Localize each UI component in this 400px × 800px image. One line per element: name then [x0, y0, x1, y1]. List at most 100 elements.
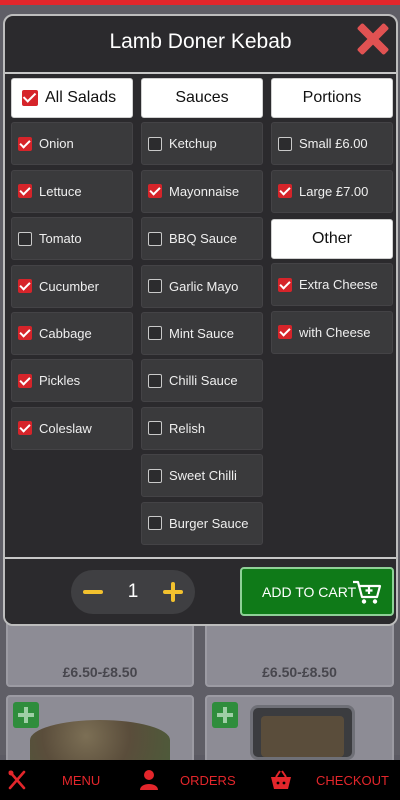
add-icon[interactable] — [212, 702, 238, 728]
option-label: Ketchup — [169, 136, 217, 152]
nav-orders[interactable]: ORDERS — [138, 760, 236, 800]
utensils-icon — [8, 770, 26, 790]
checkbox-checked-icon[interactable] — [18, 373, 32, 388]
checkbox-empty-icon[interactable] — [278, 136, 292, 151]
divider — [5, 72, 396, 74]
checkbox-checked-icon[interactable] — [18, 421, 32, 436]
nav-label: CHECKOUT — [316, 772, 389, 788]
option-portions-item[interactable]: Small £6.00 — [271, 122, 393, 166]
nav-menu[interactable] — [6, 760, 38, 800]
all-salads-toggle[interactable]: All Salads — [11, 78, 133, 118]
option-label: Cucumber — [39, 278, 99, 294]
option-salads-item[interactable]: Coleslaw — [11, 406, 133, 450]
menu-card-price: £6.50-£8.50 — [262, 664, 337, 680]
nav-checkout[interactable]: CHECKOUT — [270, 760, 389, 800]
checkbox-checked-icon[interactable] — [18, 136, 32, 151]
option-label: Burger Sauce — [169, 515, 249, 531]
food-image — [30, 720, 170, 760]
option-label: Small £6.00 — [299, 136, 368, 152]
checkbox-icon[interactable] — [22, 90, 38, 106]
add-to-cart-button[interactable]: ADD TO CART — [240, 567, 394, 616]
option-sauces-item[interactable]: Mayonnaise — [141, 169, 263, 213]
option-salads-item[interactable]: Pickles — [11, 359, 133, 403]
option-sauces-item[interactable]: Relish — [141, 406, 263, 450]
option-salads-item[interactable]: Onion — [11, 122, 133, 166]
option-other-item[interactable]: with Cheese — [271, 310, 393, 354]
sauces-column: Sauces Ketchup Mayonnaise BBQ Sauce Garlic … — [141, 78, 263, 545]
option-label: Sweet Chilli — [169, 468, 237, 484]
option-label: BBQ Sauce — [169, 231, 237, 247]
column-header-label: Portions — [302, 89, 362, 106]
checkbox-checked-icon[interactable] — [148, 184, 162, 199]
add-icon[interactable] — [13, 702, 39, 728]
checkbox-checked-icon[interactable] — [18, 184, 32, 199]
modal-footer: 1 ADD TO CART — [5, 559, 396, 624]
nav-label: MENU — [62, 772, 101, 788]
user-icon — [140, 770, 158, 790]
menu-card-price: £6.50-£8.50 — [62, 664, 138, 680]
option-sauces-item[interactable]: Sweet Chilli — [141, 454, 263, 498]
nav-menu-label[interactable]: MENU — [62, 760, 100, 800]
option-salads-item[interactable]: Tomato — [11, 217, 133, 261]
checkbox-checked-icon[interactable] — [278, 184, 292, 199]
checkbox-empty-icon[interactable] — [18, 231, 32, 246]
salads-column: All Salads Onion Lettuce Tomato Cucumber Cab… — [11, 78, 133, 450]
option-label: Coleslaw — [39, 420, 92, 436]
option-sauces-item[interactable]: Burger Sauce — [141, 501, 263, 545]
option-sauces-item[interactable]: Chilli Sauce — [141, 359, 263, 403]
checkbox-empty-icon[interactable] — [148, 468, 162, 483]
option-salads-item[interactable]: Lettuce — [11, 169, 133, 213]
menu-card[interactable]: £6.50-£8.50 — [205, 620, 394, 687]
option-other-item[interactable]: Extra Cheese — [271, 263, 393, 307]
checkbox-empty-icon[interactable] — [148, 516, 162, 531]
checkbox-checked-icon[interactable] — [278, 277, 292, 292]
portions-column: Portions Small £6.00 Large £7.00 Other Ex… — [271, 78, 393, 354]
basket-icon — [271, 770, 291, 789]
option-sauces-item[interactable]: Garlic Mayo — [141, 264, 263, 308]
column-header-label: Sauces — [175, 89, 229, 106]
checkbox-empty-icon[interactable] — [148, 326, 162, 341]
nav-label: ORDERS — [180, 772, 236, 788]
option-label: Mayonnaise — [169, 183, 240, 199]
add-to-cart-label: ADD TO CART — [262, 583, 357, 600]
checkbox-empty-icon[interactable] — [148, 421, 162, 436]
option-label: Pickles — [39, 373, 81, 389]
food-image — [250, 705, 355, 760]
option-label: Chilli Sauce — [169, 373, 238, 389]
plus-icon[interactable] — [161, 580, 185, 604]
option-sauces-item[interactable]: Mint Sauce — [141, 311, 263, 355]
checkbox-empty-icon[interactable] — [148, 231, 162, 246]
cart-add-icon — [353, 580, 382, 604]
quantity-stepper: 1 — [71, 570, 195, 614]
bottom-navigation: MENU ORDERS CHECKOUT — [0, 760, 400, 800]
item-options-modal: Lamb Doner Kebab All Salads Onion Lettuce… — [3, 14, 398, 626]
column-header-label: All Salads — [45, 89, 117, 106]
checkbox-empty-icon[interactable] — [148, 373, 162, 388]
checkbox-empty-icon[interactable] — [148, 136, 162, 151]
checkbox-empty-icon[interactable] — [148, 279, 162, 294]
checkbox-checked-icon[interactable] — [278, 325, 292, 340]
option-label: Extra Cheese — [299, 277, 378, 293]
option-label: Mint Sauce — [169, 325, 235, 341]
option-label: Large £7.00 — [299, 183, 369, 199]
option-label: with Cheese — [299, 324, 371, 340]
checkbox-checked-icon[interactable] — [18, 279, 32, 294]
column-header: Sauces — [141, 78, 263, 118]
option-label: Relish — [169, 420, 206, 436]
option-label: Onion — [39, 136, 74, 152]
option-sauces-item[interactable]: Ketchup — [141, 122, 263, 166]
option-portions-item[interactable]: Large £7.00 — [271, 169, 393, 213]
option-label: Garlic Mayo — [169, 278, 239, 294]
checkbox-checked-icon[interactable] — [18, 326, 32, 341]
column-header-label: Other — [311, 229, 352, 247]
option-salads-item[interactable]: Cabbage — [11, 311, 133, 355]
option-label: Lettuce — [39, 183, 82, 199]
modal-title: Lamb Doner Kebab — [109, 30, 292, 53]
close-icon[interactable] — [356, 22, 390, 56]
option-sauces-item[interactable]: BBQ Sauce — [141, 217, 263, 261]
option-label: Cabbage — [39, 325, 92, 341]
option-salads-item[interactable]: Cucumber — [11, 264, 133, 308]
menu-card[interactable]: £6.50-£8.50 — [6, 620, 194, 687]
column-header: Portions — [271, 78, 393, 118]
column-header: Other — [271, 218, 393, 259]
